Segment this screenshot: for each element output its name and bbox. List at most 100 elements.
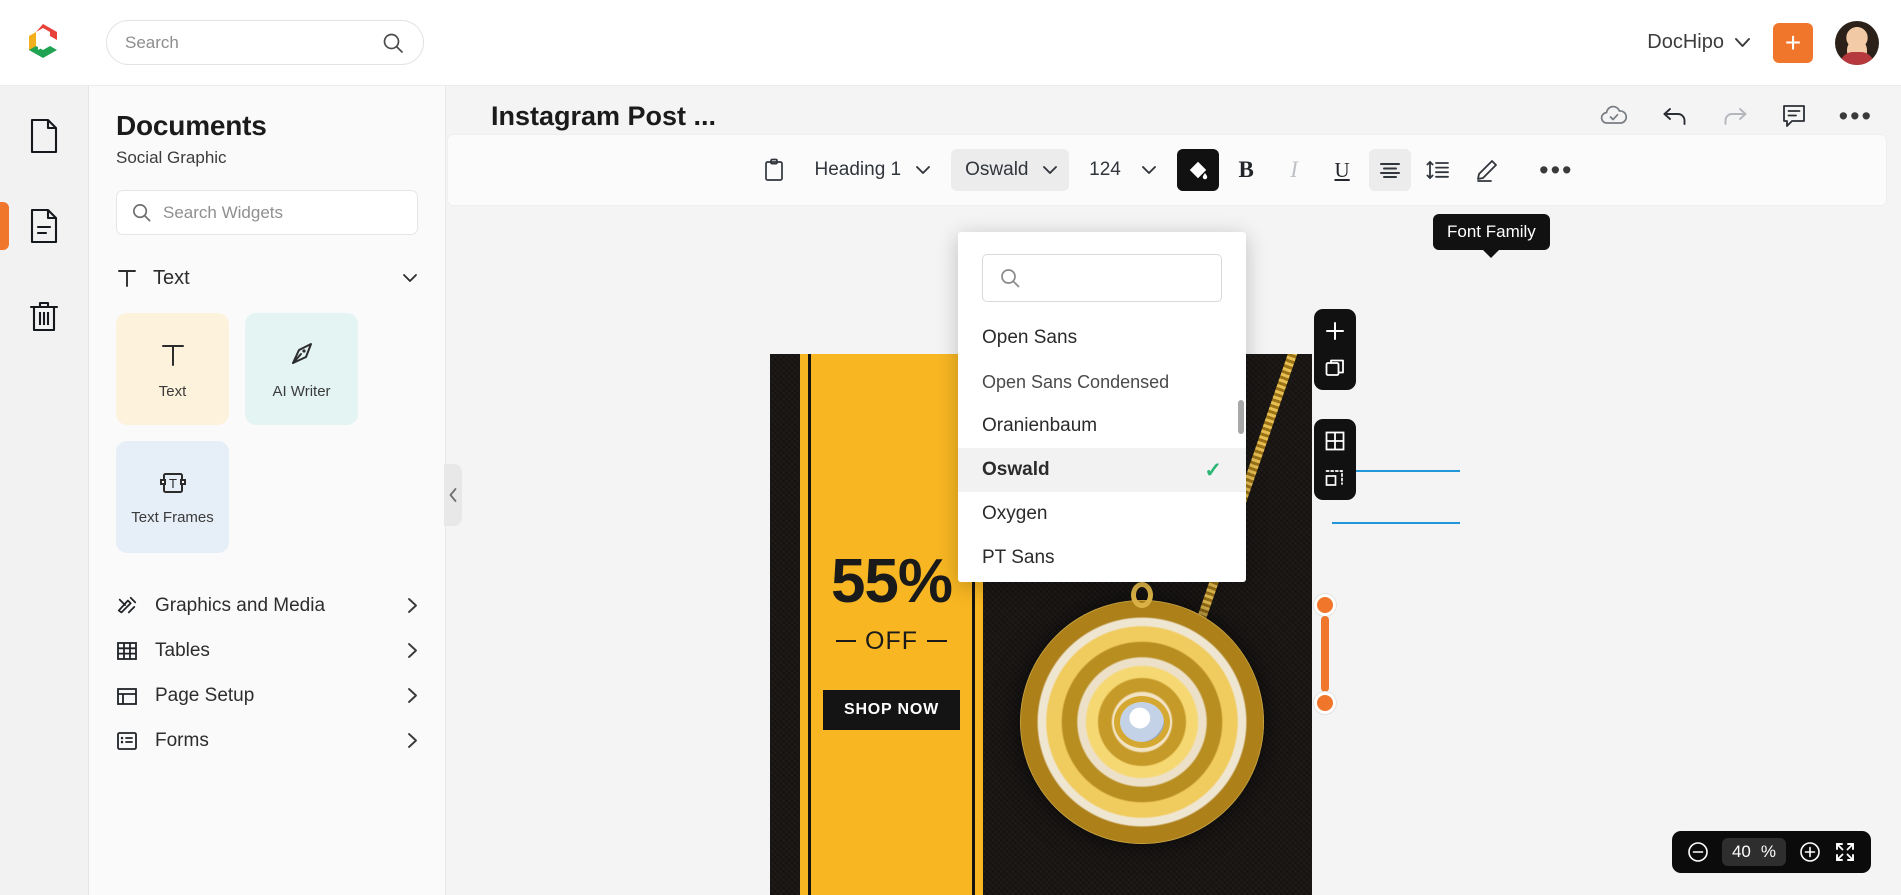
- paint-bucket-icon: [1186, 158, 1210, 182]
- zoom-out-button[interactable]: [1687, 841, 1709, 863]
- widget-search-input[interactable]: [163, 202, 403, 223]
- italic-button[interactable]: I: [1273, 149, 1315, 191]
- add-page-icon[interactable]: [1322, 318, 1348, 344]
- global-search[interactable]: [106, 20, 424, 65]
- font-size-value: 124: [1089, 159, 1121, 180]
- font-option-label: Open Sans: [982, 327, 1078, 348]
- pendant-graphic: [1020, 582, 1264, 844]
- chevron-down-icon: [1042, 165, 1058, 175]
- font-option-oxygen[interactable]: Oxygen: [958, 492, 1246, 536]
- font-option-open-sans-condensed[interactable]: Open Sans Condensed: [958, 360, 1246, 404]
- dochipo-logo-icon[interactable]: [20, 20, 66, 66]
- document-actions: •••: [1599, 103, 1873, 130]
- top-bar: DocHipo +: [0, 0, 1901, 86]
- font-option-open-sans[interactable]: Open Sans: [958, 316, 1246, 360]
- chevron-right-icon: [407, 687, 418, 704]
- rail-item-trash[interactable]: [14, 286, 74, 346]
- heading-style-selector[interactable]: Heading 1: [801, 149, 946, 191]
- bail-graphic: [1131, 582, 1153, 608]
- font-option-pt-sans[interactable]: PT Sans: [958, 536, 1246, 580]
- font-option-oswald[interactable]: Oswald ✓: [958, 448, 1246, 492]
- chevron-down-icon: [915, 165, 931, 175]
- widget-search[interactable]: [116, 190, 418, 235]
- search-icon: [131, 202, 152, 223]
- font-search[interactable]: [982, 254, 1246, 302]
- rail-item-templates[interactable]: [0, 196, 74, 256]
- page-add-panel: [1314, 309, 1356, 390]
- widget-card-text-frames[interactable]: T Text Frames: [116, 441, 229, 553]
- font-family-dropdown: Open Sans Open Sans Condensed Oranienbau…: [958, 232, 1246, 582]
- widget-card-ai-writer[interactable]: AI Writer: [245, 313, 358, 425]
- align-center-icon: [1378, 160, 1402, 180]
- forms-icon: [116, 730, 138, 752]
- font-family-selector[interactable]: Oswald: [951, 149, 1070, 191]
- sidebar-item-label: Forms: [155, 729, 209, 751]
- svg-text:T: T: [169, 476, 177, 491]
- create-new-button[interactable]: +: [1773, 22, 1813, 63]
- font-size-selector[interactable]: 124: [1075, 149, 1171, 191]
- resize-icon[interactable]: [1322, 465, 1348, 491]
- font-list-scrollbar[interactable]: [1238, 400, 1244, 434]
- sidebar-title: Documents: [116, 110, 267, 141]
- widgets-sidebar: Documents Social Graphic Text: [89, 86, 446, 895]
- table-icon: [116, 640, 138, 662]
- sidebar-item-graphics-and-media[interactable]: Graphics and Media: [116, 583, 418, 628]
- font-option-label: Oxygen: [982, 503, 1048, 524]
- paste-button[interactable]: [753, 149, 795, 191]
- align-button[interactable]: [1369, 149, 1412, 191]
- font-option-oranienbaum[interactable]: Oranienbaum: [958, 404, 1246, 448]
- shop-now-button[interactable]: SHOP NOW: [822, 689, 960, 730]
- underline-button[interactable]: U: [1321, 149, 1363, 191]
- duplicate-page-icon[interactable]: [1322, 355, 1348, 381]
- font-option-label: PT Sans: [982, 547, 1055, 568]
- workspace-selector[interactable]: DocHipo: [1647, 31, 1751, 54]
- heading-style-value: Heading 1: [814, 159, 902, 180]
- cloud-saved-icon[interactable]: [1599, 104, 1629, 128]
- gap-bar[interactable]: [1321, 616, 1329, 692]
- line-height-icon: [1425, 159, 1451, 181]
- text-fill-color-button[interactable]: [1177, 149, 1220, 191]
- bold-button[interactable]: B: [1225, 149, 1267, 191]
- toolbar-more-button[interactable]: more-icon •••: [1513, 149, 1581, 191]
- user-avatar[interactable]: [1835, 20, 1879, 65]
- sidebar-item-label: Tables: [155, 639, 210, 661]
- font-option-label: Oswald: [982, 459, 1050, 480]
- search-input[interactable]: [125, 32, 381, 53]
- zoom-level[interactable]: 40 %: [1721, 838, 1786, 866]
- comment-icon[interactable]: [1781, 103, 1807, 129]
- rail-item-documents[interactable]: [14, 106, 74, 166]
- widget-card-text[interactable]: Text: [116, 313, 229, 425]
- sidebar-subtitle: Social Graphic: [116, 148, 227, 167]
- file-icon: [28, 118, 60, 154]
- topbar-right: DocHipo +: [1647, 20, 1879, 65]
- sidebar-item-forms[interactable]: Forms: [116, 718, 418, 763]
- sidebar-item-tables[interactable]: Tables: [116, 628, 418, 673]
- font-search-input[interactable]: [1031, 268, 1246, 288]
- check-icon: ✓: [1204, 458, 1222, 482]
- text-glyph-icon: [156, 338, 190, 372]
- section-text[interactable]: Text: [116, 261, 418, 295]
- highlighter-button[interactable]: [1465, 149, 1507, 191]
- underline-icon: U: [1334, 157, 1350, 182]
- sidebar-item-page-setup[interactable]: Page Setup: [116, 673, 418, 718]
- redo-icon[interactable]: [1721, 104, 1749, 128]
- promo-panel[interactable]: 55% OFF SHOP NOW: [800, 354, 983, 895]
- undo-icon[interactable]: [1661, 104, 1689, 128]
- fullscreen-icon[interactable]: [1834, 841, 1856, 863]
- gap-handle-bottom[interactable]: [1314, 692, 1336, 714]
- sidebar-collapse-handle[interactable]: [444, 464, 462, 526]
- zoom-controls: 40 %: [1671, 831, 1871, 873]
- line-height-button[interactable]: [1417, 149, 1459, 191]
- page-gap-slider[interactable]: [1314, 594, 1338, 714]
- pen-nib-icon: [285, 338, 319, 372]
- font-list: Open Sans Open Sans Condensed Oranienbau…: [958, 316, 1246, 580]
- discount-percent: 55%: [830, 546, 953, 616]
- page-title: Instagram Post ...: [491, 100, 717, 131]
- zoom-in-button[interactable]: [1799, 841, 1821, 863]
- widget-card-label: AI Writer: [272, 383, 331, 400]
- gap-handle-top[interactable]: [1314, 594, 1336, 616]
- more-options-icon[interactable]: •••: [1839, 103, 1873, 130]
- widget-cards: Text AI Writer T Text Frames: [116, 313, 418, 553]
- grid-icon[interactable]: [1322, 428, 1348, 454]
- zoom-value: 40: [1731, 842, 1751, 861]
